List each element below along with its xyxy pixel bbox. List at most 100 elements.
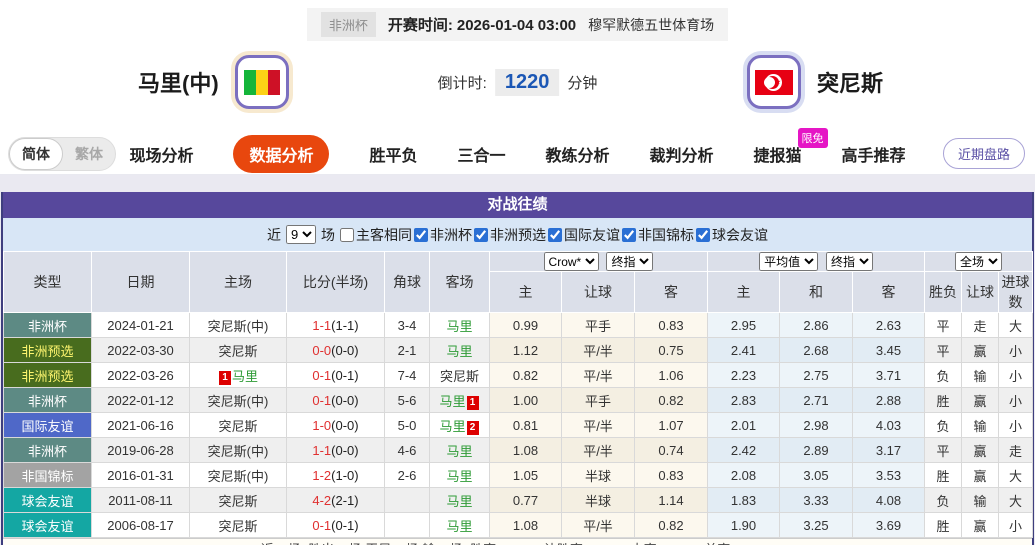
handicap-away-odds-cell: 0.82 bbox=[634, 387, 708, 413]
handicap-line-cell: 平/半 bbox=[561, 437, 635, 463]
fulltime-score: 1-0 bbox=[312, 417, 332, 433]
fulltime-score: 0-1 bbox=[312, 517, 332, 533]
nav-item[interactable]: 胜平负 bbox=[369, 142, 417, 166]
mali-flag-icon bbox=[234, 55, 289, 109]
recent-trends-button[interactable]: 近期盘路 bbox=[942, 138, 1025, 169]
scope-select[interactable]: 全场 bbox=[955, 252, 1003, 271]
league-chip: 非洲杯 bbox=[320, 12, 376, 37]
avg-home-odds-cell: 1.83 bbox=[707, 487, 780, 513]
avg-draw-odds-cell: 3.05 bbox=[779, 462, 853, 488]
team-name-text: 突尼斯 bbox=[218, 343, 258, 359]
match-type-cell: 球会友谊 bbox=[3, 487, 92, 513]
filter-option[interactable]: 非国锦标 bbox=[622, 225, 694, 245]
handicap-away-odds-cell: 0.83 bbox=[634, 462, 708, 488]
col-corner: 角球 bbox=[384, 251, 430, 313]
score-cell: 0-1(0-1) bbox=[286, 362, 385, 388]
odds-provider-select[interactable]: Crow* bbox=[543, 252, 599, 271]
home-team-cell: 突尼斯(中) bbox=[189, 462, 287, 488]
result-goals-cell: 小 bbox=[998, 412, 1034, 438]
result-handicap-cell: 赢 bbox=[961, 462, 1000, 488]
result-outcome-cell: 平 bbox=[924, 337, 963, 363]
handicap-line-cell: 平/半 bbox=[561, 512, 635, 538]
average-final-select[interactable]: 终指 bbox=[825, 252, 873, 271]
filter-checkbox[interactable] bbox=[340, 227, 354, 242]
col-result-outcome: 胜负 bbox=[924, 271, 963, 313]
filter-checkbox[interactable] bbox=[548, 227, 562, 242]
nav-item[interactable]: 现场分析 bbox=[129, 142, 193, 166]
lang-traditional-button[interactable]: 繁体 bbox=[63, 139, 115, 169]
result-handicap-cell: 输 bbox=[961, 487, 1000, 513]
away-team-name: 突尼斯 bbox=[816, 71, 883, 96]
col-result-goals: 进球数 bbox=[998, 271, 1034, 313]
scope-select-cell: 全场 bbox=[924, 251, 1034, 272]
filter-option[interactable]: 球会友谊 bbox=[696, 225, 768, 245]
halftime-score: (0-0) bbox=[331, 342, 359, 358]
nav-item[interactable]: 数据分析 bbox=[233, 134, 330, 173]
handicap-home-odds-cell: 0.81 bbox=[489, 412, 562, 438]
match-date-cell: 2022-03-26 bbox=[91, 362, 190, 388]
col-avg-away: 客 bbox=[851, 271, 926, 313]
corner-cell bbox=[384, 487, 430, 513]
filter-checkbox[interactable] bbox=[696, 227, 710, 242]
handicap-away-odds-cell: 0.82 bbox=[634, 512, 708, 538]
limited-free-badge: 限免 bbox=[797, 127, 828, 148]
team-name-text: 马里 bbox=[446, 518, 473, 534]
handicap-home-odds-cell: 1.00 bbox=[489, 387, 562, 413]
filter-checkbox[interactable] bbox=[622, 227, 636, 242]
result-outcome-cell: 胜 bbox=[924, 462, 963, 488]
match-date-cell: 2016-01-31 bbox=[91, 462, 190, 488]
nav-item[interactable]: 高手推荐 bbox=[842, 142, 906, 166]
match-date-cell: 2022-01-12 bbox=[91, 387, 190, 413]
col-score: 比分(半场) bbox=[286, 251, 385, 313]
nav-item[interactable]: 三合一 bbox=[457, 142, 505, 166]
result-handicap-cell: 输 bbox=[961, 412, 1000, 438]
filter-checkbox[interactable] bbox=[474, 227, 488, 242]
nav-item[interactable]: 教练分析 bbox=[546, 142, 610, 166]
fulltime-score: 1-2 bbox=[312, 467, 332, 483]
avg-home-odds-cell: 2.83 bbox=[707, 387, 780, 413]
handicap-line-cell: 平/半 bbox=[561, 337, 635, 363]
filter-option[interactable]: 主客相同 bbox=[340, 225, 412, 245]
near-label: 近 bbox=[267, 226, 281, 243]
home-team-cell: 突尼斯 bbox=[189, 512, 287, 538]
lang-simplified-button[interactable]: 简体 bbox=[9, 137, 63, 170]
team-name-text: 突尼斯 bbox=[218, 493, 258, 509]
red-card-badge: 1 bbox=[466, 395, 479, 410]
team-name-text: 突尼斯(中) bbox=[207, 393, 269, 409]
handicap-final-select[interactable]: 终指 bbox=[606, 252, 654, 271]
fulltime-score: 0-1 bbox=[312, 392, 332, 408]
home-team-cell: 1 马里 bbox=[189, 362, 287, 388]
handicap-away-odds-cell: 1.07 bbox=[634, 412, 708, 438]
team-name-text: 马里 bbox=[446, 468, 473, 484]
average-select[interactable]: 平均值 bbox=[759, 252, 819, 271]
col-odds-handicap: 让球 bbox=[561, 271, 635, 313]
average-select-cell: 平均值 终指 bbox=[706, 251, 926, 272]
h2h-row: 非洲杯 2024-01-21 突尼斯(中) 1-1(1-1) 3-4 马里 0.99 平手 0.… bbox=[3, 312, 1034, 338]
filter-option[interactable]: 国际友谊 bbox=[548, 225, 620, 245]
language-toggle: 简体 繁体 bbox=[8, 136, 116, 171]
result-outcome-cell: 负 bbox=[924, 487, 963, 513]
avg-draw-odds-cell: 3.33 bbox=[779, 487, 853, 513]
nav-item[interactable]: 捷报猫 限免 bbox=[754, 127, 828, 166]
main-navbar: 简体 繁体 现场分析 数据分析 胜平负 三合一 教练分析 裁判分析 捷报猫 限免 高手推荐 近期… bbox=[0, 127, 1035, 175]
score-cell: 1-1(1-1) bbox=[286, 312, 385, 338]
filter-option[interactable]: 非洲预选 bbox=[474, 225, 546, 245]
avg-home-odds-cell: 2.23 bbox=[707, 362, 780, 388]
filter-row: 近 9 场 主客相同 非洲杯 非洲预选 国际友谊 非国锦标 球会友谊 bbox=[3, 218, 1032, 251]
red-card-badge: 1 bbox=[218, 370, 231, 385]
filter-options: 主客相同 非洲杯 非洲预选 国际友谊 非国锦标 球会友谊 bbox=[340, 225, 768, 245]
match-count-select[interactable]: 9 bbox=[286, 225, 316, 244]
team-name-text: 突尼斯 bbox=[439, 368, 479, 384]
nav-item[interactable]: 裁判分析 bbox=[650, 142, 714, 166]
score-cell: 4-2(2-1) bbox=[286, 487, 385, 513]
matches-label: 场 bbox=[321, 226, 335, 243]
table-select-row: 类型 日期 主场 比分(半场) 角球 客场 Crow* 终指 平均值 终指 全场 bbox=[3, 251, 1034, 313]
countdown-label: 倒计时: bbox=[437, 74, 487, 92]
home-team-cell: 突尼斯(中) bbox=[189, 387, 287, 413]
result-outcome-cell: 平 bbox=[924, 437, 963, 463]
filter-option[interactable]: 非洲杯 bbox=[414, 225, 472, 245]
countdown-unit: 分钟 bbox=[567, 74, 598, 92]
handicap-home-odds-cell: 0.82 bbox=[489, 362, 562, 388]
filter-checkbox[interactable] bbox=[414, 227, 428, 242]
col-type: 类型 bbox=[3, 251, 92, 313]
